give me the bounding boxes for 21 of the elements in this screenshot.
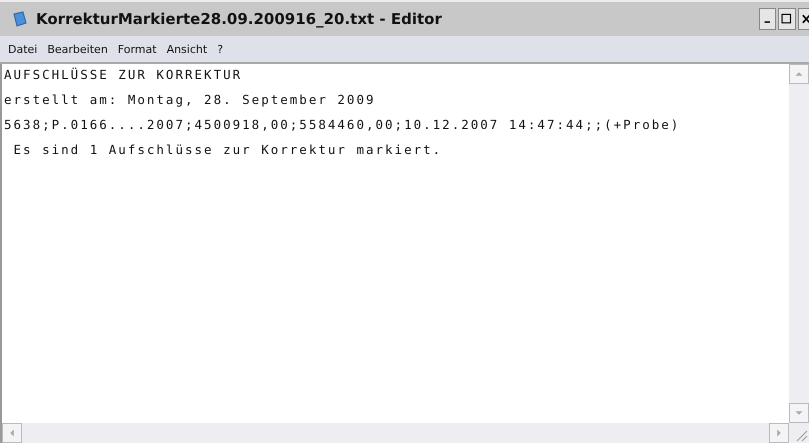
scroll-down-icon[interactable]	[789, 403, 809, 423]
text-line: AUFSCHLÜSSE ZUR KORREKTUR	[4, 67, 244, 83]
minimize-icon[interactable]	[759, 8, 776, 30]
window-title: KorrekturMarkierte28.09.200916_20.txt - Editor	[36, 10, 443, 28]
vertical-scrollbar[interactable]	[789, 64, 809, 423]
resize-grip-icon[interactable]	[789, 423, 809, 443]
scroll-left-icon[interactable]	[2, 423, 22, 443]
horizontal-scrollbar[interactable]	[2, 423, 789, 443]
menu-item[interactable]: Format	[114, 42, 161, 56]
menu-item[interactable]: Ansicht	[162, 42, 212, 56]
text-line: erstellt am: Montag, 28. September 2009	[4, 92, 376, 108]
text-area[interactable]: AUFSCHLÜSSE ZUR KORREKTUR erstellt am: Montag, 28. September 2009 5638;P.0166....2007;4500918,00;5584460,00;10.12.2007 14:47:44;;(+Probe) Es sind 1 Aufschlüsse zur Korrektur markiert.	[2, 64, 789, 423]
scroll-right-icon[interactable]	[769, 423, 789, 443]
menu-item[interactable]: Bearbeiten	[43, 42, 112, 56]
notepad-icon	[12, 11, 28, 27]
menu-item[interactable]: Datei	[4, 42, 42, 56]
text-line: 5638;P.0166....2007;4500918,00;5584460,00;10.12.2007 14:47:44;;(+Probe)	[4, 117, 682, 133]
scroll-up-icon[interactable]	[789, 64, 809, 84]
menu-item[interactable]: ?	[213, 42, 228, 56]
text-line: Es sind 1 Aufschlüsse zur Korrektur markiert.	[12, 142, 444, 158]
maximize-icon[interactable]	[778, 8, 796, 30]
